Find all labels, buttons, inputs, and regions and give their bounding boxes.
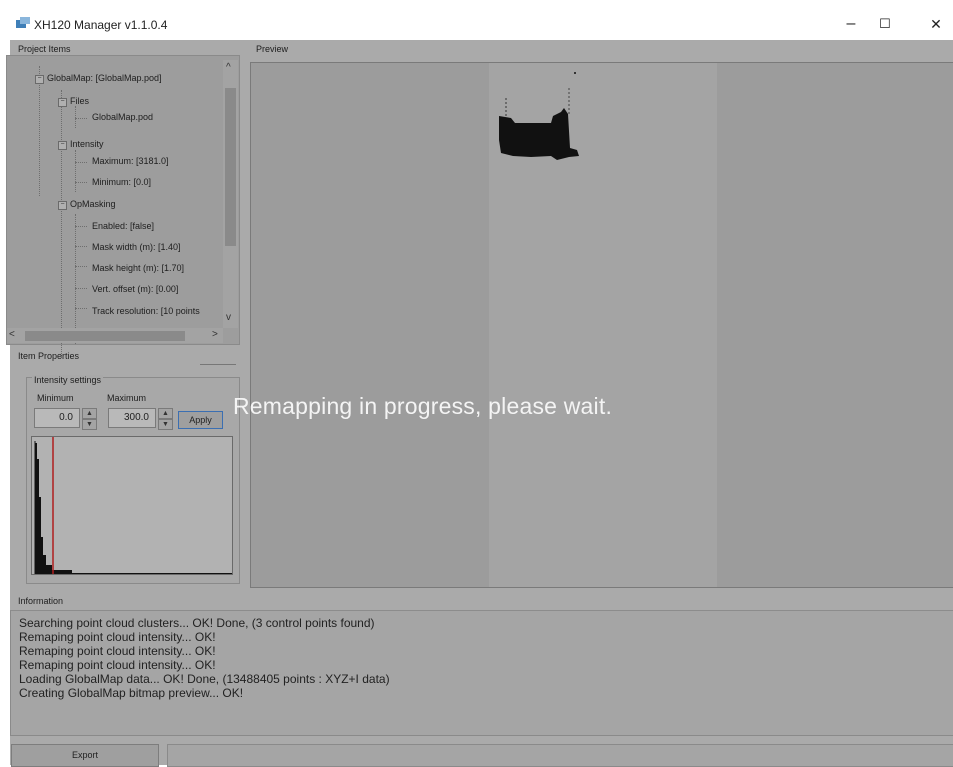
- log-line: Loading GlobalMap data... OK! Done, (134…: [19, 672, 390, 686]
- maximum-input[interactable]: 300.0: [108, 408, 156, 428]
- log-line: Remaping point cloud intensity... OK!: [19, 644, 216, 658]
- tree-toggle-intensity[interactable]: −: [58, 141, 67, 150]
- tree-node-enabled[interactable]: Enabled: [false]: [92, 221, 154, 231]
- application-window: XH120 Manager v1.1.0.4 – ☐ ✕ Project Ite…: [0, 0, 953, 767]
- minimum-spin-down-icon[interactable]: ▼: [82, 419, 97, 430]
- project-tree[interactable]: [6, 55, 240, 358]
- tree-toggle-files[interactable]: −: [58, 98, 67, 107]
- title-bar[interactable]: XH120 Manager v1.1.0.4 – ☐ ✕: [0, 0, 953, 38]
- app-icon: [16, 17, 30, 28]
- maximize-button[interactable]: ☐: [862, 10, 908, 38]
- apply-button[interactable]: Apply: [178, 411, 223, 429]
- minimum-spin-up-icon[interactable]: ▲: [82, 408, 97, 419]
- tree-toggle-globalmap[interactable]: −: [35, 75, 44, 84]
- close-button[interactable]: ✕: [913, 10, 953, 38]
- project-items-label: Project Items: [18, 44, 71, 54]
- tree-node-minimum[interactable]: Minimum: [0.0]: [92, 177, 151, 187]
- minimum-label: Minimum: [37, 393, 74, 403]
- log-line: Creating GlobalMap bitmap preview... OK!: [19, 686, 244, 700]
- point-cloud-preview-image: [499, 72, 579, 160]
- tree-node-vert-offset[interactable]: Vert. offset (m): [0.00]: [92, 284, 178, 294]
- window-title: XH120 Manager v1.1.0.4: [34, 18, 168, 32]
- tree-vertical-scrollbar[interactable]: ^ v: [223, 60, 238, 328]
- tree-vertical-scroll-thumb[interactable]: [225, 88, 236, 246]
- scroll-right-icon[interactable]: >: [212, 329, 218, 340]
- item-properties-label: Item Properties: [18, 351, 80, 361]
- maximum-spin-up-icon[interactable]: ▲: [158, 408, 173, 419]
- tree-node-mask-width[interactable]: Mask width (m): [1.40]: [92, 242, 181, 252]
- splitter-handle[interactable]: [200, 364, 236, 365]
- preview-pane[interactable]: [250, 62, 953, 588]
- remapping-status-overlay: Remapping in progress, please wait.: [233, 393, 613, 419]
- log-line: Remaping point cloud intensity... OK!: [19, 658, 216, 672]
- information-label: Information: [18, 596, 64, 606]
- maximum-spin-down-icon[interactable]: ▼: [158, 419, 173, 430]
- tree-node-files[interactable]: Files: [70, 96, 89, 106]
- status-bar: [167, 744, 953, 767]
- tree-horizontal-scroll-thumb[interactable]: [25, 331, 185, 341]
- scroll-left-icon[interactable]: <: [9, 329, 15, 340]
- tree-node-intensity[interactable]: Intensity: [70, 139, 104, 149]
- histogram-plot: [34, 437, 232, 574]
- tree-horizontal-scrollbar[interactable]: < >: [7, 328, 223, 343]
- export-button[interactable]: Export: [11, 744, 159, 767]
- tree-node-opmasking[interactable]: OpMasking: [70, 199, 116, 209]
- preview-label: Preview: [256, 44, 289, 54]
- intensity-histogram: [31, 436, 233, 575]
- tree-node-maximum[interactable]: Maximum: [3181.0]: [92, 156, 169, 166]
- log-line: Remaping point cloud intensity... OK!: [19, 630, 216, 644]
- tree-node-mask-height[interactable]: Mask height (m): [1.70]: [92, 263, 184, 273]
- intensity-settings-label: Intensity settings: [32, 375, 104, 385]
- tree-node-globalmap-pod[interactable]: GlobalMap.pod: [92, 112, 153, 122]
- tree-toggle-opmasking[interactable]: −: [58, 201, 67, 210]
- scroll-down-icon[interactable]: v: [226, 312, 231, 323]
- tree-node-track-resolution[interactable]: Track resolution: [10 points: [92, 306, 200, 316]
- minimum-input[interactable]: 0.0: [34, 408, 80, 428]
- maximum-label: Maximum: [107, 393, 147, 403]
- scroll-up-icon[interactable]: ^: [226, 62, 231, 73]
- tree-node-globalmap[interactable]: GlobalMap: [GlobalMap.pod]: [47, 73, 162, 83]
- information-log[interactable]: Searching point cloud clusters... OK! Do…: [10, 610, 953, 736]
- log-line: Searching point cloud clusters... OK! Do…: [19, 616, 375, 630]
